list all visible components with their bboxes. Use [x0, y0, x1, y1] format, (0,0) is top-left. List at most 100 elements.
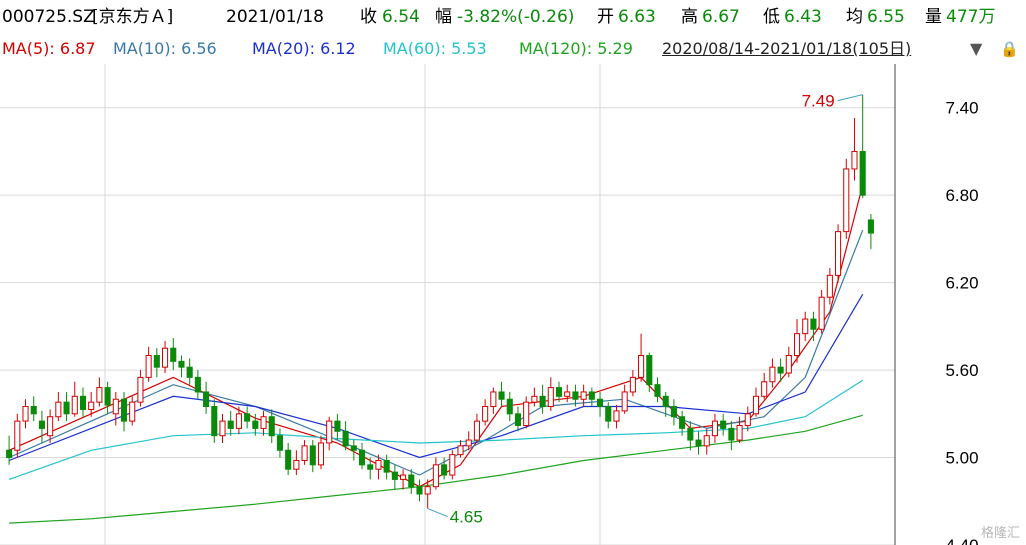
candle-body: [605, 406, 612, 422]
ma-legend: MA(5): 6.87 MA(10): 6.56 MA(20): 6.12 MA…: [0, 34, 1026, 64]
watermark: 格隆汇: [980, 526, 1020, 541]
candle-body: [523, 401, 530, 426]
candle-body: [736, 424, 743, 441]
candle-body: [244, 413, 251, 422]
candle: [843, 158, 850, 239]
candle-body: [720, 420, 727, 429]
stock-code: 000725.SZ: [2, 7, 95, 27]
candle: [703, 428, 710, 455]
candle-body: [572, 391, 579, 400]
candle-body: [408, 474, 415, 488]
candle-body: [88, 401, 95, 410]
candle-body: [203, 391, 210, 408]
quote-header: 000725.SZ [京东方Ａ] 2021/01/18 收 6.54 幅 -3.…: [0, 0, 1026, 34]
candle-body: [555, 387, 563, 397]
candle-body: [358, 449, 366, 466]
candle: [129, 396, 136, 426]
high-label: 高: [681, 7, 698, 27]
candle-body: [793, 333, 801, 357]
candle-body: [843, 168, 850, 233]
candle-body: [679, 416, 686, 429]
candle-body: [457, 445, 464, 456]
candle-body: [482, 406, 489, 422]
change-value: -3.82%(-0.26): [457, 7, 575, 27]
y-tick-label: 4.40: [945, 536, 978, 545]
avg-label: 均: [846, 7, 863, 27]
ma-line-ma10: [8, 229, 864, 476]
volume-value: 477万: [946, 7, 996, 27]
candle: [178, 355, 185, 378]
candle-body: [186, 366, 193, 378]
candle: [317, 435, 325, 470]
candle-body: [170, 347, 177, 362]
candle-body: [851, 150, 858, 170]
candle: [194, 370, 201, 400]
candle: [358, 442, 366, 470]
candle: [285, 442, 292, 476]
legend-ma60: MA(60): 5.53: [383, 39, 487, 58]
candle-body: [441, 464, 448, 476]
low-value: 6.43: [784, 7, 822, 27]
open-value: 6.63: [618, 7, 656, 27]
legend-ma120: MA(120): 5.29: [519, 39, 633, 58]
candle-body: [260, 416, 267, 429]
candle: [646, 352, 653, 392]
candle: [670, 399, 677, 426]
lock-icon[interactable]: 🔒: [1000, 34, 1019, 64]
candle-body: [416, 486, 423, 495]
candle-body: [400, 474, 407, 480]
candle: [736, 416, 743, 443]
candle: [301, 440, 308, 465]
candle: [539, 384, 546, 414]
date-range[interactable]: 2020/08/14-2021/01/18(105日): [662, 34, 911, 64]
y-tick-label: 7.40: [945, 99, 978, 118]
candle: [326, 416, 333, 451]
candle: [6, 435, 13, 465]
candle-body: [449, 454, 456, 476]
candle-body: [178, 360, 185, 368]
annotations: 7.49 4.65: [427, 92, 863, 527]
volume-label: 量: [925, 7, 942, 27]
max-pointer: [837, 94, 863, 102]
candle-body: [22, 406, 29, 422]
candle: [309, 440, 316, 473]
candle: [38, 410, 45, 443]
candle-body: [96, 387, 103, 403]
candle: [720, 413, 727, 436]
candle-body: [194, 376, 201, 393]
low-label: 低: [763, 7, 780, 27]
candle-body: [539, 395, 546, 408]
candle-body: [211, 406, 218, 437]
high-value: 6.67: [702, 7, 740, 27]
candle-body: [670, 406, 677, 418]
candle: [104, 381, 111, 414]
candle-body: [235, 413, 242, 429]
candle: [391, 464, 398, 490]
candle: [71, 381, 78, 417]
legend-ma5: MA(5): 6.87: [2, 39, 96, 58]
candle: [629, 370, 636, 397]
candle-body: [145, 355, 152, 378]
candle: [170, 338, 177, 371]
candle: [810, 311, 817, 341]
candle-body: [301, 445, 308, 461]
candle-body: [424, 486, 431, 495]
candle: [211, 399, 218, 443]
candle-body: [867, 219, 874, 234]
candle: [785, 346, 792, 378]
candle-body: [465, 439, 472, 447]
candle-body: [285, 449, 292, 470]
candle: [473, 413, 480, 443]
candle-body: [531, 395, 538, 403]
candle: [416, 479, 423, 502]
candle-body: [728, 427, 735, 441]
candle: [597, 391, 604, 417]
candle: [859, 94, 866, 199]
candle-body: [79, 395, 87, 410]
candle-body: [769, 366, 776, 383]
legend-ma20: MA(20): 6.12: [252, 39, 356, 58]
candle-body: [326, 420, 333, 444]
candle-body: [47, 416, 54, 437]
candle: [30, 396, 37, 422]
dropdown-arrow-icon[interactable]: ▼: [970, 34, 982, 64]
